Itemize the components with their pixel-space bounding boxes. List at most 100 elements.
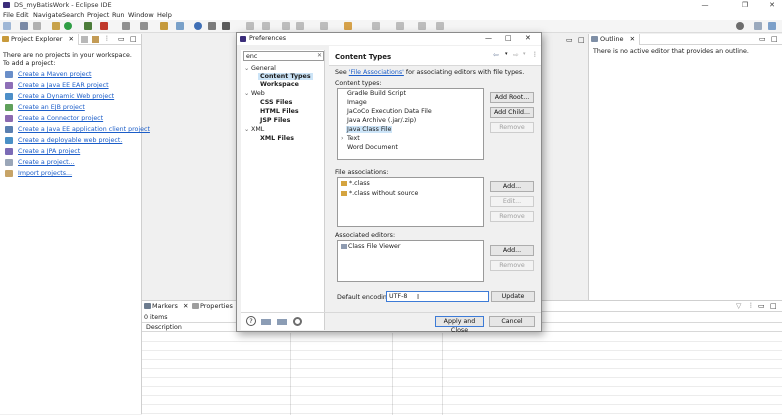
content-types-tree[interactable]: Gradle Build Script Image JaCoCo Executi…: [337, 88, 484, 160]
menu-file[interactable]: File: [3, 11, 14, 19]
maximize-view-icon[interactable]: □: [771, 35, 778, 43]
open-task-icon[interactable]: [176, 22, 184, 30]
editor-maximize-icon[interactable]: □: [578, 36, 585, 44]
view-menu-icon[interactable]: ⋮: [104, 35, 110, 42]
collapse-all-icon[interactable]: [81, 36, 88, 43]
remove-association-button[interactable]: Remove: [490, 211, 534, 222]
content-type-item[interactable]: Image: [347, 99, 367, 106]
search-toolbar-icon[interactable]: [736, 22, 744, 30]
menu-edit[interactable]: Edit: [16, 11, 29, 19]
tree-item-xml[interactable]: XML: [251, 126, 264, 133]
tab-markers[interactable]: Markers ✕: [142, 301, 194, 312]
file-associations-list[interactable]: *.class *.class without source: [337, 177, 484, 227]
close-icon[interactable]: ✕: [630, 35, 635, 43]
update-button[interactable]: Update: [491, 291, 535, 302]
save-icon[interactable]: [20, 22, 28, 30]
export-prefs-icon[interactable]: [277, 319, 287, 325]
dialog-close-button[interactable]: ✕: [525, 34, 531, 42]
content-type-item-selected[interactable]: Java Class File: [346, 126, 393, 133]
page-menu-icon[interactable]: ⋮: [532, 51, 538, 58]
step-over-icon[interactable]: [296, 22, 304, 30]
dialog-minimize-button[interactable]: —: [485, 34, 492, 42]
import-prefs-icon[interactable]: [261, 319, 271, 325]
tree-item-workspace[interactable]: Workspace: [260, 81, 299, 88]
close-icon[interactable]: ✕: [68, 35, 73, 43]
link-create-ear[interactable]: Create a Java EE EAR project: [18, 82, 109, 89]
add-child-button[interactable]: Add Child...: [490, 107, 534, 118]
remove-content-type-button[interactable]: Remove: [490, 122, 534, 133]
back-arrow-icon[interactable]: ⇦: [493, 51, 499, 59]
menu-navigate[interactable]: Navigate: [33, 11, 62, 19]
link-import-projects[interactable]: Import projects...: [18, 170, 72, 177]
tab-project-explorer[interactable]: Project Explorer ✕: [0, 34, 79, 45]
globe-icon[interactable]: [194, 22, 202, 30]
link-editor-icon[interactable]: [92, 36, 99, 43]
new-icon[interactable]: [3, 22, 11, 30]
apply-and-close-button[interactable]: Apply and Close: [435, 316, 484, 334]
tab-outline[interactable]: Outline ✕: [589, 34, 641, 45]
maximize-view-icon[interactable]: □: [130, 35, 137, 43]
menu-window[interactable]: Window: [128, 11, 154, 19]
associated-editor-item[interactable]: Class File Viewer: [348, 243, 401, 250]
tree-item-html-files[interactable]: HTML Files: [260, 108, 299, 115]
forward-icon[interactable]: [418, 22, 426, 30]
tree-item-xml-files[interactable]: XML Files: [260, 135, 294, 142]
debug-icon[interactable]: [52, 22, 60, 30]
close-window-button[interactable]: ✕: [762, 0, 782, 10]
toggle-web-icon[interactable]: ⌄: [244, 90, 249, 97]
open-type-icon[interactable]: [160, 22, 168, 30]
new-java-icon[interactable]: [122, 22, 130, 30]
link-create-ejb[interactable]: Create an EJB project: [18, 104, 85, 111]
link-create-dynamic-web[interactable]: Create a Dynamic Web project: [18, 93, 114, 100]
add-editor-button[interactable]: Add...: [490, 245, 534, 256]
next-annotation-icon[interactable]: [372, 22, 380, 30]
link-create-project[interactable]: Create a project...: [18, 159, 75, 166]
run-icon[interactable]: [64, 22, 72, 30]
tree-item-web[interactable]: Web: [251, 90, 265, 97]
link-create-app-client[interactable]: Create a Java EE application client proj…: [18, 126, 150, 133]
default-encoding-input[interactable]: UTF-8 I: [386, 291, 489, 302]
minimize-button[interactable]: —: [695, 0, 715, 10]
tree-item-jsp-files[interactable]: JSP Files: [260, 117, 290, 124]
external-tools-icon[interactable]: [100, 22, 108, 30]
link-create-connector[interactable]: Create a Connector project: [18, 115, 103, 122]
dialog-maximize-button[interactable]: □: [505, 34, 512, 42]
tree-item-css-files[interactable]: CSS Files: [260, 99, 292, 106]
edit-association-button[interactable]: Edit...: [490, 196, 534, 207]
menu-run[interactable]: Run: [112, 11, 124, 19]
minimize-view-icon[interactable]: ▭: [118, 35, 125, 43]
help-icon[interactable]: ?: [246, 316, 256, 326]
add-root-button[interactable]: Add Root...: [490, 92, 534, 103]
file-association-item[interactable]: *.class: [349, 180, 370, 187]
back-icon[interactable]: [396, 22, 404, 30]
terminal-icon[interactable]: [222, 22, 230, 30]
content-type-item[interactable]: Word Document: [347, 144, 398, 151]
content-type-item[interactable]: Gradle Build Script: [347, 90, 406, 97]
add-association-button[interactable]: Add...: [490, 181, 534, 192]
file-association-item[interactable]: *.class without source: [349, 190, 418, 197]
save-all-icon[interactable]: [33, 22, 41, 30]
content-type-item[interactable]: Text: [347, 135, 360, 142]
link-create-jpa[interactable]: Create a JPA project: [18, 148, 80, 155]
cancel-button[interactable]: Cancel: [489, 316, 535, 327]
maximize-button[interactable]: ❐: [735, 0, 755, 10]
back-dropdown-icon[interactable]: ▾: [505, 51, 508, 57]
toggle-general-icon[interactable]: ⌄: [244, 65, 249, 72]
menu-help[interactable]: Help: [157, 11, 172, 19]
menu-project[interactable]: Project: [87, 11, 109, 19]
close-icon[interactable]: ✕: [183, 302, 188, 310]
toggle-xml-icon[interactable]: ⌄: [244, 126, 249, 133]
toggle-mark-icon[interactable]: [344, 22, 352, 30]
step-return-icon[interactable]: [320, 22, 328, 30]
tree-item-general[interactable]: General: [251, 65, 276, 72]
maximize-view-icon[interactable]: □: [770, 302, 777, 310]
content-type-item[interactable]: Java Archive (.jar/.zip): [347, 117, 416, 124]
annotation-icon[interactable]: [246, 22, 254, 30]
clear-filter-icon[interactable]: ✕: [317, 52, 322, 59]
minimize-view-icon[interactable]: ▭: [759, 35, 766, 43]
step-into-icon[interactable]: [282, 22, 290, 30]
editor-minimize-icon[interactable]: ▭: [566, 36, 573, 44]
link-create-maven[interactable]: Create a Maven project: [18, 71, 92, 78]
new-class-icon[interactable]: [140, 22, 148, 30]
forward-dropdown-icon[interactable]: ▾: [523, 51, 526, 57]
